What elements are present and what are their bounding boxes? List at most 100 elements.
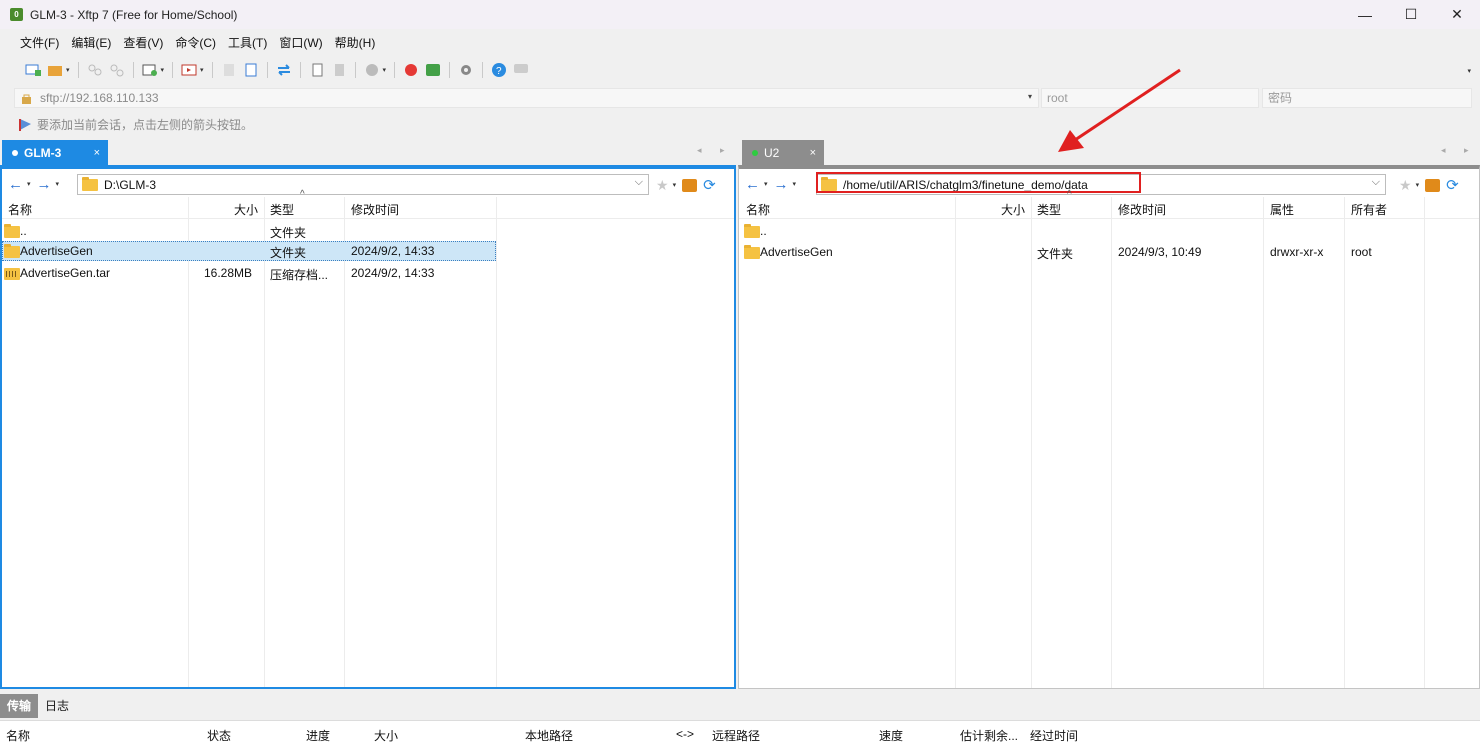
chevron-down-icon[interactable]: ▾: [1028, 92, 1032, 101]
bookmark-star-icon[interactable]: ★: [656, 177, 669, 194]
home-folder-icon[interactable]: [1425, 178, 1441, 192]
settings-gear-icon[interactable]: [457, 61, 475, 79]
column-header-name[interactable]: 名称: [746, 201, 770, 218]
column-header-progress[interactable]: 进度: [306, 727, 330, 744]
bookmark-dropdown-icon[interactable]: ▾: [673, 181, 677, 189]
remote-path-bar: ← ▾ → ▾ /home/util/ARIS/chatglm3/finetun…: [739, 172, 1479, 195]
column-header-remote-path[interactable]: 远程路径: [712, 727, 760, 744]
column-header-name[interactable]: 名称: [8, 201, 32, 218]
folder-icon: [4, 223, 20, 238]
tab-log[interactable]: 日志: [38, 694, 76, 718]
menu-help[interactable]: 帮助(H): [329, 34, 382, 51]
copy-icon[interactable]: [308, 61, 326, 79]
new-file-icon[interactable]: [242, 61, 260, 79]
record-dropdown-icon[interactable]: ▾: [383, 66, 387, 74]
add-session-arrow-icon[interactable]: [18, 118, 32, 131]
remote-path-tools: ★ ▾ ⟳: [1399, 176, 1459, 195]
xshell-icon[interactable]: [402, 61, 420, 79]
column-header-size[interactable]: 大小: [1001, 201, 1025, 218]
column-header-attributes[interactable]: 属性: [1270, 201, 1294, 218]
column-header-size[interactable]: 大小: [234, 201, 258, 218]
menu-edit[interactable]: 编辑(E): [65, 34, 117, 51]
toolbar-overflow-icon[interactable]: ▾: [1467, 67, 1471, 75]
menu-command[interactable]: 命令(C): [169, 34, 222, 51]
column-header-direction[interactable]: <->: [676, 727, 694, 741]
close-tab-icon[interactable]: ×: [94, 147, 100, 159]
menu-window[interactable]: 窗口(W): [273, 34, 328, 51]
record-icon[interactable]: [363, 61, 381, 79]
forward-arrow-icon[interactable]: →: [774, 176, 789, 193]
column-header-local-path[interactable]: 本地路径: [525, 727, 573, 744]
file-row-advertisegen[interactable]: AdvertiseGen 文件夹 2024/9/3, 10:49 drwxr-x…: [739, 242, 1479, 262]
help-icon[interactable]: ?: [490, 61, 508, 79]
tab-scroll-arrows[interactable]: ◂ ▸: [1441, 145, 1477, 156]
open-dropdown-icon[interactable]: ▾: [66, 66, 70, 74]
file-icon[interactable]: [220, 61, 238, 79]
terminal-icon[interactable]: [180, 61, 198, 79]
column-header-name[interactable]: 名称: [6, 727, 30, 744]
home-folder-icon[interactable]: [682, 178, 698, 192]
forward-dropdown-icon[interactable]: ▾: [56, 180, 60, 188]
file-row-parent[interactable]: .. 文件夹: [2, 221, 734, 241]
toolbar-separator: [482, 62, 484, 78]
forward-dropdown-icon[interactable]: ▾: [793, 180, 797, 188]
refresh-icon[interactable]: ⟳: [703, 176, 716, 194]
chat-icon[interactable]: [512, 61, 530, 79]
sync-icon[interactable]: [275, 61, 293, 79]
column-header-size[interactable]: 大小: [374, 727, 398, 744]
minimize-button[interactable]: —: [1342, 0, 1388, 29]
disconnect-icon[interactable]: [108, 61, 126, 79]
tab-transfer[interactable]: 传输: [0, 694, 39, 718]
column-header-elapsed-time[interactable]: 经过时间: [1030, 727, 1078, 744]
path-dropdown-icon[interactable]: ⌵: [1372, 176, 1380, 189]
back-arrow-icon[interactable]: ←: [745, 176, 760, 193]
column-header-owner[interactable]: 所有者: [1351, 201, 1387, 218]
column-header-modified[interactable]: 修改时间: [1118, 201, 1166, 218]
menu-view[interactable]: 查看(V): [117, 34, 169, 51]
column-divider: [1424, 197, 1425, 688]
open-folder-icon[interactable]: [46, 61, 64, 79]
address-bar: sftp://192.168.110.133 ▾ root 密码: [0, 85, 1480, 111]
file-row-advertisegen[interactable]: AdvertiseGen 文件夹 2024/9/2, 14:33: [2, 241, 496, 261]
terminal-dropdown-icon[interactable]: ▾: [200, 66, 204, 74]
bookmark-dropdown-icon[interactable]: ▾: [1416, 181, 1420, 189]
back-arrow-icon[interactable]: ←: [8, 176, 23, 193]
file-modified: 2024/9/3, 10:49: [1118, 245, 1202, 259]
new-session-icon[interactable]: [24, 61, 42, 79]
bookmark-star-icon[interactable]: ★: [1399, 177, 1412, 194]
column-header-type[interactable]: 类型: [1037, 201, 1061, 218]
column-header-estimated-remaining[interactable]: 估计剩余...: [960, 727, 1018, 744]
refresh-icon[interactable]: ⟳: [1446, 176, 1459, 194]
close-tab-icon[interactable]: ×: [810, 147, 816, 159]
menu-file[interactable]: 文件(F): [14, 34, 65, 51]
column-header-modified[interactable]: 修改时间: [351, 201, 399, 218]
local-path-input[interactable]: D:\GLM-3 ⌵: [77, 174, 649, 195]
bottom-panel-tabs: 传输 日志: [0, 694, 1480, 718]
file-name: AdvertiseGen: [760, 245, 833, 259]
file-row-advertisegen-tar[interactable]: AdvertiseGen.tar 16.28MB 压缩存档... 2024/9/…: [2, 263, 734, 283]
close-window-button[interactable]: ✕: [1434, 0, 1480, 29]
password-field[interactable]: 密码: [1262, 88, 1472, 108]
column-header-speed[interactable]: 速度: [879, 727, 903, 744]
forward-arrow-icon[interactable]: →: [37, 176, 52, 193]
menu-tools[interactable]: 工具(T): [222, 34, 273, 51]
properties-dropdown-icon[interactable]: ▾: [161, 66, 165, 74]
xftp-icon[interactable]: [424, 61, 442, 79]
svg-text:?: ?: [496, 66, 502, 77]
paste-icon[interactable]: [330, 61, 348, 79]
connect-icon[interactable]: [86, 61, 104, 79]
column-divider: [1344, 197, 1345, 688]
path-dropdown-icon[interactable]: ⌵: [635, 176, 643, 189]
tab-u2[interactable]: U2 ×: [742, 140, 824, 165]
file-attributes: drwxr-xr-x: [1270, 245, 1324, 259]
tab-scroll-arrows[interactable]: ◂ ▸: [697, 145, 733, 156]
column-header-status[interactable]: 状态: [207, 727, 231, 744]
back-dropdown-icon[interactable]: ▾: [764, 180, 768, 188]
file-row-parent[interactable]: ..: [739, 221, 1479, 241]
properties-icon[interactable]: [141, 61, 159, 79]
column-header-type[interactable]: 类型: [270, 201, 294, 218]
maximize-button[interactable]: ☐: [1388, 0, 1434, 29]
back-dropdown-icon[interactable]: ▾: [27, 180, 31, 188]
tab-glm-3[interactable]: GLM-3 ×: [2, 140, 108, 165]
host-address-input[interactable]: sftp://192.168.110.133 ▾: [14, 88, 1039, 108]
